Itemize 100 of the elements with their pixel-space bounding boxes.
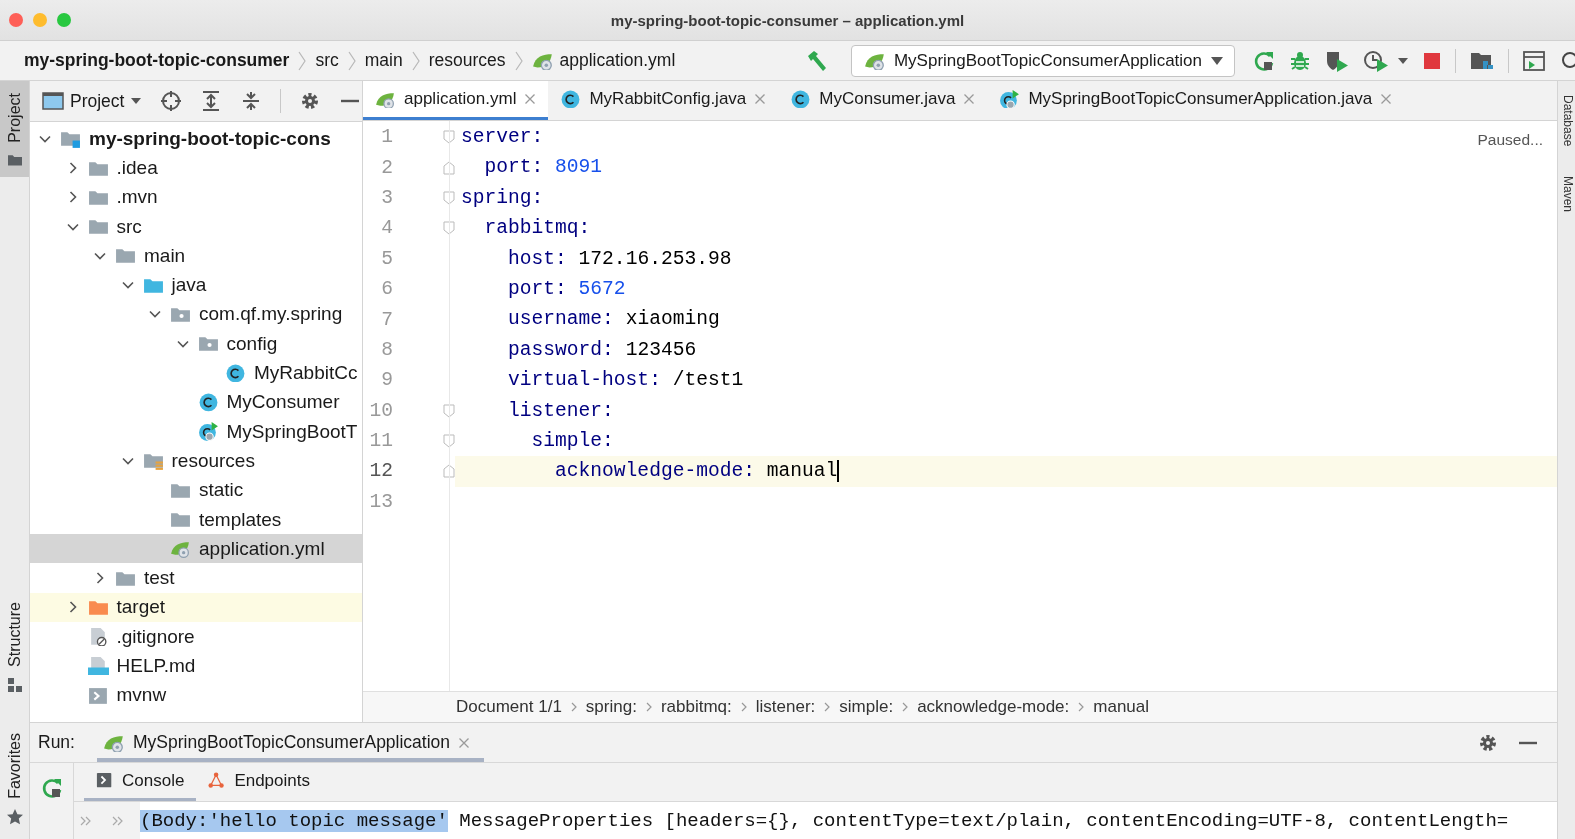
markdown-file-icon — [87, 656, 109, 676]
folder-icon — [115, 246, 136, 266]
status-text: Paused... — [1477, 131, 1543, 149]
class-icon — [225, 363, 246, 383]
fold-marker-icon[interactable] — [443, 434, 455, 449]
code-line: listener: — [507, 398, 614, 424]
line-number: 8 — [380, 338, 393, 361]
tree-item[interactable]: my-spring-boot-topic-cons — [30, 124, 362, 154]
breadcrumb-separator-icon — [513, 49, 524, 72]
window-title: my-spring-boot-topic-consumer – application.yml — [610, 11, 965, 29]
run-label: Run: — [38, 732, 75, 753]
fold-marker-icon[interactable] — [443, 160, 455, 175]
close-icon[interactable] — [524, 93, 537, 105]
tree-item[interactable]: static — [30, 475, 362, 505]
spring-class-icon — [999, 89, 1021, 109]
class-icon — [790, 89, 812, 109]
tree-item[interactable]: resources — [30, 446, 362, 476]
breadcrumb-item[interactable]: listener: — [755, 697, 816, 717]
resources-folder-icon — [142, 451, 164, 471]
tree-item[interactable]: com.qf.my.spring — [30, 299, 362, 330]
fold-marker-icon[interactable] — [443, 403, 455, 418]
tree-item[interactable]: .gitignore — [30, 622, 362, 652]
locate-crosshair-icon[interactable] — [160, 90, 183, 112]
line-number: 10 — [368, 399, 393, 422]
fold-marker-icon[interactable] — [443, 464, 455, 479]
tree-item[interactable]: .idea — [30, 153, 362, 183]
spring-class-icon — [197, 422, 219, 442]
line-number: 7 — [380, 308, 393, 331]
fold-marker-icon[interactable] — [443, 221, 455, 236]
tree-item[interactable]: test — [30, 563, 362, 593]
code-line: host: 172.16.253.98 — [507, 246, 732, 272]
fold-marker-icon[interactable] — [443, 190, 455, 205]
rerun-icon[interactable] — [40, 777, 63, 799]
code-line: simple: — [530, 428, 614, 454]
line-number: 5 — [380, 247, 393, 270]
stop-icon[interactable] — [1423, 51, 1441, 70]
line-number: 4 — [380, 217, 393, 240]
breadcrumb-item[interactable]: Document 1/1 — [456, 697, 562, 717]
tool-window-button[interactable]: Project — [0, 81, 29, 177]
breadcrumb-item[interactable]: spring: — [585, 697, 637, 717]
breadcrumb-item[interactable]: simple: — [839, 697, 894, 717]
tool-window-button[interactable]: Favorites — [0, 721, 29, 835]
run-tab[interactable]: MySpringBootTopicConsumerApplication — [96, 723, 485, 762]
tree-item[interactable]: HELP.md — [30, 651, 362, 681]
breadcrumb-separator-icon — [824, 702, 831, 712]
tree-item[interactable]: MyConsumer — [30, 387, 362, 417]
folder-icon — [87, 217, 109, 236]
dropdown-caret-icon — [1210, 55, 1224, 66]
breadcrumb-item[interactable]: acknowledge-mode: — [917, 697, 1070, 717]
code-line: server: — [460, 125, 544, 150]
fold-marker-icon[interactable] — [443, 130, 455, 145]
editor-tab[interactable]: MySpringBootTopicConsumerApplication.java — [987, 81, 1405, 120]
class-icon — [197, 392, 219, 412]
tool-window-button[interactable]: Database — [1558, 95, 1575, 147]
breadcrumb-item[interactable]: src — [315, 50, 339, 71]
tree-item[interactable]: target — [30, 592, 362, 623]
tree-item[interactable]: templates — [30, 504, 362, 535]
tree-item[interactable]: application.yml — [30, 534, 362, 564]
layout-panel-icon[interactable] — [1523, 49, 1547, 72]
line-number: 3 — [380, 186, 393, 209]
class-icon — [560, 89, 582, 109]
line-number: 1 — [380, 126, 393, 149]
breadcrumb-item[interactable]: main — [364, 50, 403, 71]
editor-tab[interactable]: MyRabbitConfig.java — [548, 81, 779, 120]
breadcrumb-item[interactable]: manual — [1093, 697, 1150, 717]
run-configuration-dropdown[interactable]: MySpringBootTopicConsumerApplication — [850, 44, 1235, 77]
project-view-dropdown[interactable]: Project — [42, 90, 143, 112]
tree-item[interactable]: mvnw — [30, 680, 362, 710]
line-number: 12 — [368, 460, 393, 483]
folder-icon — [170, 510, 191, 529]
tree-item[interactable]: config — [30, 329, 362, 359]
editor-tab[interactable]: application.yml — [363, 81, 549, 120]
code-line: spring: — [460, 185, 544, 211]
breadcrumb-item[interactable]: my-spring-boot-topic-consumer — [24, 50, 290, 71]
dropdown-caret-icon — [130, 97, 143, 105]
line-number: 6 — [380, 278, 393, 301]
coverage-icon[interactable] — [1325, 49, 1349, 72]
breadcrumb-separator-icon — [346, 49, 357, 72]
breadcrumb-item[interactable]: application.yml — [531, 50, 676, 71]
dropdown-caret-icon[interactable] — [1397, 56, 1409, 65]
tree-item[interactable]: .mvn — [30, 182, 362, 212]
tree-item[interactable]: src — [30, 211, 362, 242]
run-subtab[interactable]: Endpoints — [196, 763, 322, 801]
breadcrumb-item[interactable]: resources — [428, 50, 506, 71]
editor-tab[interactable]: MyConsumer.java — [778, 81, 988, 120]
tool-window-button[interactable]: Structure — [0, 590, 29, 704]
console-icon — [96, 772, 114, 789]
tree-item[interactable]: MyRabbitCc — [30, 358, 362, 388]
breadcrumb-separator-icon — [740, 702, 747, 712]
tree-item[interactable]: java — [30, 270, 362, 300]
tool-window-button[interactable]: Maven — [1558, 176, 1575, 213]
profiler-icon[interactable] — [1363, 49, 1389, 72]
debug-bug-icon[interactable] — [1289, 49, 1311, 72]
structure-icon — [6, 677, 23, 694]
tree-item[interactable]: main — [30, 241, 362, 271]
rerun-icon[interactable] — [1253, 49, 1275, 72]
tree-item[interactable]: MySpringBootT — [30, 416, 362, 447]
breadcrumb-separator-icon — [902, 702, 909, 712]
code-line: port: 5672 — [507, 276, 626, 302]
breadcrumb-item[interactable]: rabbitmq: — [660, 697, 732, 717]
